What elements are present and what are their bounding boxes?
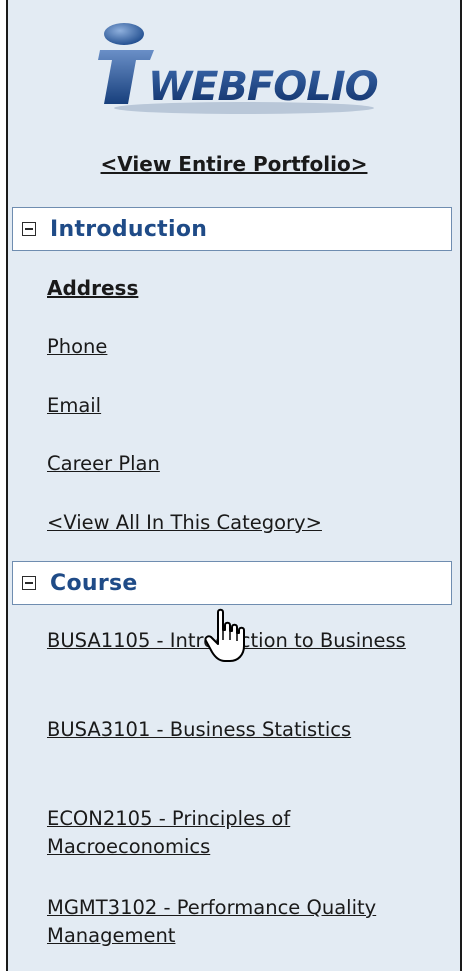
nav-item-address-link[interactable]: Address: [47, 276, 138, 300]
view-entire-portfolio-row: <View Entire Portfolio>: [8, 152, 460, 176]
portfolio-sidebar: WEBFOLIO <View Entire Portfolio> Introdu…: [6, 0, 462, 971]
screenshot-frame: WEBFOLIO <View Entire Portfolio> Introdu…: [0, 0, 466, 971]
section-title-introduction: Introduction: [50, 216, 208, 242]
nav-item-mgmt3102[interactable]: MGMT3102 - Performance Quality Managemen…: [47, 894, 447, 950]
nav-item-career-plan[interactable]: Career Plan: [47, 450, 447, 478]
nav-item-phone[interactable]: Phone: [47, 333, 447, 361]
nav-item-phone-link[interactable]: Phone: [47, 335, 107, 358]
view-all-in-category-link[interactable]: <View All In This Category>: [47, 511, 322, 534]
section-header-course[interactable]: Course: [12, 561, 452, 605]
view-entire-portfolio-link[interactable]: <View Entire Portfolio>: [101, 152, 368, 176]
nav-item-address[interactable]: Address: [47, 274, 447, 303]
hand-pointer-cursor-icon: [204, 608, 248, 664]
nav-item-busa3101-link[interactable]: BUSA3101 - Business Statistics: [47, 718, 351, 741]
collapse-toggle-icon[interactable]: [22, 222, 36, 236]
section-title-course: Course: [50, 570, 138, 596]
nav-item-view-all-introduction[interactable]: <View All In This Category>: [47, 509, 447, 537]
collapse-toggle-icon[interactable]: [22, 576, 36, 590]
nav-item-email[interactable]: Email: [47, 392, 447, 420]
section-header-introduction[interactable]: Introduction: [12, 207, 452, 251]
nav-item-busa3101[interactable]: BUSA3101 - Business Statistics: [47, 716, 447, 744]
nav-item-econ2105-link[interactable]: ECON2105 - Principles of Macroeconomics: [47, 807, 290, 858]
nav-item-email-link[interactable]: Email: [47, 394, 101, 417]
svg-text:WEBFOLIO: WEBFOLIO: [148, 64, 378, 110]
iwebfolio-logo: WEBFOLIO: [94, 20, 384, 118]
nav-item-econ2105[interactable]: ECON2105 - Principles of Macroeconomics: [47, 805, 447, 861]
nav-item-mgmt3102-link[interactable]: MGMT3102 - Performance Quality Managemen…: [47, 896, 376, 947]
nav-item-career-plan-link[interactable]: Career Plan: [47, 452, 160, 475]
